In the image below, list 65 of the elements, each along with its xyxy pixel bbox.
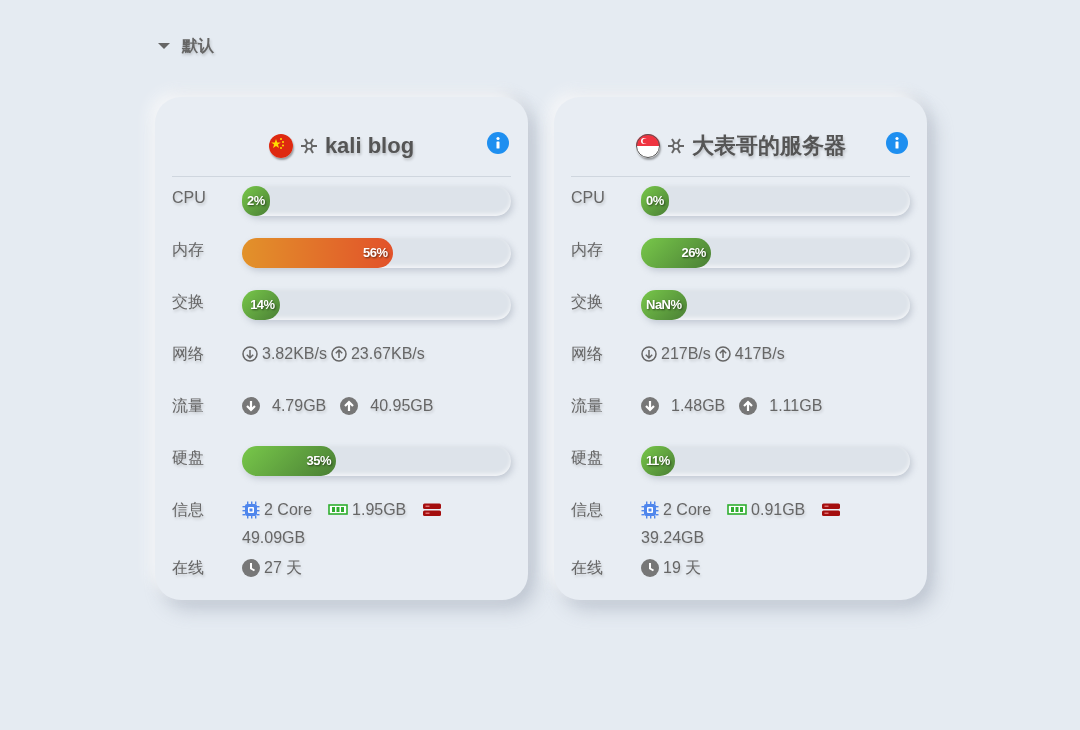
upload-icon: [739, 397, 758, 415]
metric-label: 交换: [172, 292, 205, 312]
clock-icon: [242, 559, 260, 577]
server-name: kali blog: [324, 133, 415, 159]
download-icon: [641, 346, 657, 362]
download-icon: [641, 397, 659, 415]
download-total: 1.48GB: [671, 396, 726, 416]
info-icon[interactable]: [487, 132, 509, 154]
progress-fill: 35%: [242, 446, 337, 476]
progress-fill: 26%: [641, 238, 711, 268]
metric-label: 流量: [172, 396, 205, 416]
cpu-icon: [242, 501, 260, 519]
metric-label: 硬盘: [172, 448, 205, 468]
metric-label: CPU: [571, 188, 606, 208]
metric-label: 流量: [571, 396, 604, 416]
metric-label: 交换: [571, 292, 604, 312]
disk-size: 49.09GB: [242, 528, 307, 548]
metric-label: CPU: [172, 188, 207, 208]
upload-total: 1.11GB: [769, 396, 823, 416]
upload-icon: [340, 397, 359, 415]
group-toggle[interactable]: 默认: [155, 34, 1080, 58]
download-icon: [242, 346, 258, 362]
progress-fill: NaN%: [641, 290, 687, 320]
metric-label: 网络: [172, 344, 205, 364]
download-rate: 217B/s: [661, 344, 711, 364]
cpu-icon: [641, 501, 659, 519]
progress-fill: 2%: [242, 186, 270, 216]
clock-icon: [641, 559, 659, 577]
snowflake-icon: [665, 136, 686, 156]
upload-rate: 23.67KB/s: [350, 344, 425, 364]
disk-icon: [422, 503, 443, 517]
server-name: 大表哥的服务器: [691, 132, 846, 160]
metric-label: 硬盘: [571, 448, 604, 468]
memory-icon: [727, 504, 748, 516]
metric-label: 在线: [172, 558, 205, 578]
download-total: 4.79GB: [272, 396, 327, 416]
upload-total: 40.95GB: [370, 396, 434, 416]
metric-label: 内存: [172, 240, 205, 260]
progress-fill: 14%: [242, 290, 280, 320]
metric-label: 在线: [571, 558, 604, 578]
upload-icon: [714, 346, 731, 362]
memory-size: 1.95GB: [352, 500, 407, 520]
cpu-cores: 2 Core: [264, 500, 313, 520]
upload-icon: [330, 346, 347, 362]
uptime-value: 19 天: [663, 558, 702, 578]
progress-fill: 0%: [641, 186, 669, 216]
metric-label: 内存: [571, 240, 604, 260]
info-icon[interactable]: [886, 132, 908, 154]
metric-label: 信息: [571, 500, 604, 520]
download-icon: [242, 397, 260, 415]
memory-icon: [328, 504, 349, 516]
disk-size: 39.24GB: [641, 528, 706, 548]
progress-fill: 56%: [242, 238, 393, 268]
cpu-cores: 2 Core: [663, 500, 712, 520]
download-rate: 3.82KB/s: [262, 344, 327, 364]
progress-fill: 11%: [641, 446, 675, 476]
flag-icon: [635, 134, 660, 158]
upload-rate: 417B/s: [734, 344, 785, 364]
disk-icon: [821, 503, 842, 517]
snowflake-icon: [298, 136, 319, 156]
metric-label: 网络: [571, 344, 604, 364]
uptime-value: 27 天: [264, 558, 303, 578]
memory-size: 0.91GB: [751, 500, 806, 520]
metric-label: 信息: [172, 500, 205, 520]
flag-icon: [268, 134, 293, 158]
